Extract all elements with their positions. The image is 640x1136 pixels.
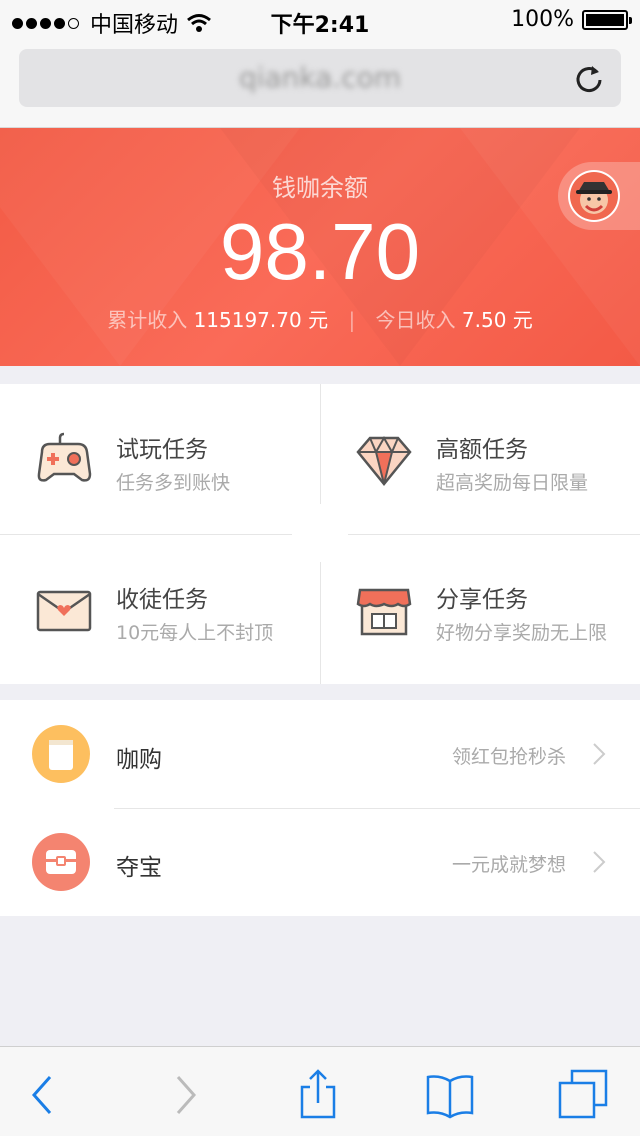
task-title: 试玩任务 bbox=[116, 437, 208, 463]
avatar[interactable] bbox=[568, 170, 620, 222]
balance-header: 钱咖余额 98.70 累计收入 115197.70 元 | 今日收入 7.50 … bbox=[0, 128, 640, 366]
task-recruit[interactable]: 收徒任务 10元每人上不封顶 bbox=[0, 534, 320, 684]
grid-divider bbox=[348, 534, 640, 535]
task-title: 高额任务 bbox=[436, 437, 528, 463]
battery-group: 100% bbox=[511, 7, 632, 32]
avatar-icon bbox=[570, 172, 618, 220]
divider: | bbox=[348, 308, 356, 332]
treasure-icon bbox=[32, 833, 90, 891]
task-title: 分享任务 bbox=[436, 587, 528, 613]
list-item-hint: 领红包抢秒杀 bbox=[451, 746, 566, 768]
total-income-value: 115197.70 元 bbox=[193, 308, 329, 332]
shop-icon bbox=[356, 588, 412, 636]
feature-list: 咖购 领红包抢秒杀 夺宝 一元成就梦想 bbox=[0, 700, 640, 916]
address-bar[interactable]: qianka.com bbox=[19, 49, 621, 107]
task-subtitle: 好物分享奖励无上限 bbox=[436, 622, 608, 644]
chevron-right-icon bbox=[593, 743, 606, 765]
list-item-hint: 一元成就梦想 bbox=[451, 854, 566, 876]
total-income-label: 累计收入 bbox=[107, 308, 188, 332]
tabs-icon[interactable] bbox=[556, 1067, 612, 1123]
task-trial[interactable]: 试玩任务 任务多到账快 bbox=[0, 384, 320, 534]
task-share[interactable]: 分享任务 好物分享奖励无上限 bbox=[320, 534, 640, 684]
task-grid: 试玩任务 任务多到账快 高额任务 超高奖励每日限量 收徒任务 10元每人上不封顶… bbox=[0, 384, 640, 684]
list-item-treasure[interactable]: 夺宝 一元成就梦想 bbox=[0, 808, 640, 916]
task-title: 收徒任务 bbox=[116, 587, 208, 613]
profile-button[interactable] bbox=[558, 162, 640, 230]
browser-address-area: qianka.com bbox=[0, 40, 640, 128]
diamond-icon bbox=[356, 435, 412, 486]
task-subtitle: 超高奖励每日限量 bbox=[436, 472, 589, 494]
gamepad-icon bbox=[37, 432, 92, 482]
income-summary: 累计收入 115197.70 元 | 今日收入 7.50 元 bbox=[0, 304, 640, 333]
chevron-right-icon bbox=[593, 851, 606, 873]
grid-divider bbox=[320, 562, 321, 684]
today-income-label: 今日收入 bbox=[375, 308, 456, 332]
back-icon[interactable] bbox=[16, 1067, 72, 1123]
battery-percent: 100% bbox=[511, 7, 574, 32]
list-item-shop[interactable]: 咖购 领红包抢秒杀 bbox=[0, 700, 640, 809]
task-subtitle: 任务多到账快 bbox=[116, 472, 231, 494]
envelope-icon bbox=[36, 590, 92, 632]
url-text[interactable]: qianka.com bbox=[19, 61, 621, 94]
grid-divider bbox=[0, 534, 292, 535]
forward-icon[interactable] bbox=[156, 1067, 212, 1123]
grid-divider bbox=[320, 384, 321, 504]
balance-label: 钱咖余额 bbox=[272, 174, 368, 202]
share-icon[interactable] bbox=[290, 1067, 346, 1123]
balance-amount: 98.70 bbox=[219, 207, 421, 296]
today-income-value: 7.50 元 bbox=[461, 308, 533, 332]
browser-toolbar bbox=[0, 1046, 640, 1136]
status-bar: 中国移动 下午2:41 100% bbox=[0, 0, 640, 40]
list-item-label: 咖购 bbox=[116, 747, 162, 773]
task-high-reward[interactable]: 高额任务 超高奖励每日限量 bbox=[320, 384, 640, 534]
reload-icon[interactable] bbox=[573, 62, 605, 94]
list-item-label: 夺宝 bbox=[116, 855, 162, 881]
bookmarks-icon[interactable] bbox=[422, 1067, 478, 1123]
battery-icon bbox=[582, 9, 632, 30]
task-subtitle: 10元每人上不封顶 bbox=[116, 622, 274, 644]
bag-icon bbox=[32, 725, 90, 783]
